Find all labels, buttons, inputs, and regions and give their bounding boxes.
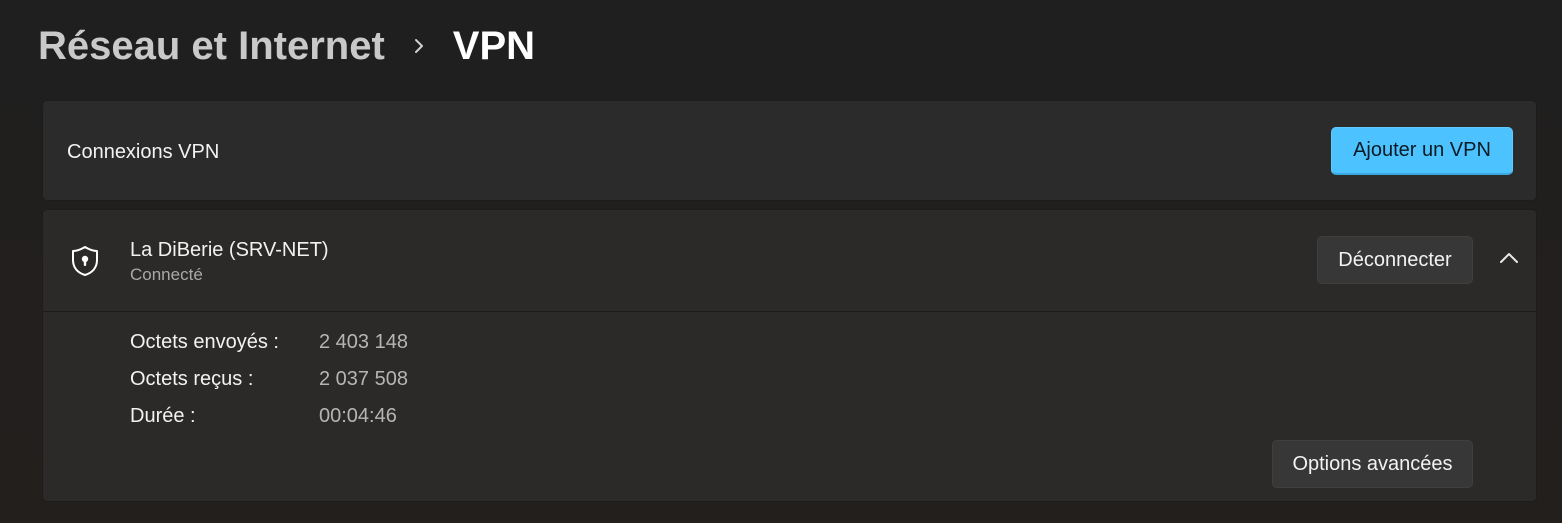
vpn-connection-card: La DiBerie (SRV-NET) Connecté Déconnecte… <box>42 209 1537 502</box>
stat-value: 00:04:46 <box>319 405 397 427</box>
add-vpn-button[interactable]: Ajouter un VPN <box>1331 127 1513 175</box>
vpn-connections-label: Connexions VPN <box>67 141 220 163</box>
breadcrumb-parent-link[interactable]: Réseau et Internet <box>38 24 385 69</box>
stat-label: Octets reçus : <box>130 368 254 390</box>
stat-value: 2 037 508 <box>319 368 408 390</box>
disconnect-button[interactable]: Déconnecter <box>1317 236 1473 284</box>
page-title: VPN <box>452 23 536 68</box>
chevron-right-icon <box>411 38 427 54</box>
vpn-connections-card: Connexions VPN Ajouter un VPN <box>42 100 1537 201</box>
collapse-button[interactable] <box>1487 238 1531 282</box>
chevron-up-icon <box>1499 251 1519 269</box>
vpn-connection-details: Octets envoyés : 2 403 148 Octets reçus … <box>43 312 1536 502</box>
vpn-connection-status: Connecté <box>130 265 203 284</box>
settings-page: Réseau et Internet VPN Connexions VPN Aj… <box>0 0 1562 523</box>
stat-label: Octets envoyés : <box>130 331 279 353</box>
advanced-options-button[interactable]: Options avancées <box>1272 440 1473 488</box>
stat-value: 2 403 148 <box>319 331 408 353</box>
vpn-connection-header[interactable]: La DiBerie (SRV-NET) Connecté Déconnecte… <box>43 210 1536 312</box>
vpn-connection-name: La DiBerie (SRV-NET) <box>130 239 329 261</box>
breadcrumb: Réseau et Internet VPN <box>38 20 535 72</box>
shield-lock-icon <box>69 244 101 278</box>
stat-label: Durée : <box>130 405 196 427</box>
